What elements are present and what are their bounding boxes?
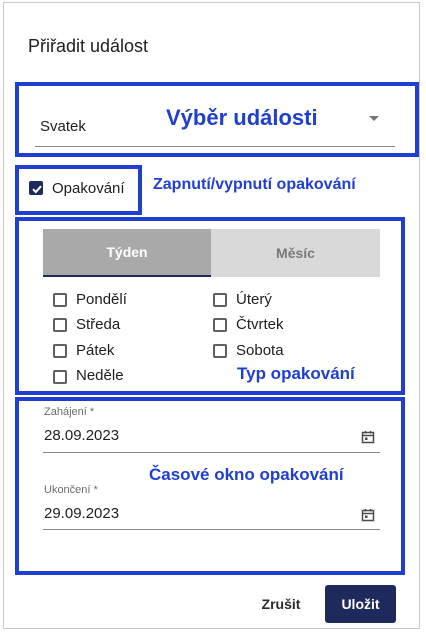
arrow-drop-down-icon[interactable] <box>369 116 379 121</box>
tab-week[interactable]: Týden <box>43 229 211 277</box>
start-date-underline <box>43 452 380 453</box>
repeat-checkbox[interactable] <box>29 181 43 195</box>
day-checkbox-saturday[interactable] <box>213 344 227 358</box>
day-checkbox-sunday[interactable] <box>53 370 67 384</box>
calendar-icon[interactable] <box>361 430 375 444</box>
start-date-input[interactable]: 28.09.2023 <box>44 427 119 444</box>
save-button[interactable]: Uložit <box>325 585 396 623</box>
day-label-thursday: Čtvrtek <box>236 316 284 333</box>
time-window-annotation: Časové okno opakování <box>149 465 344 484</box>
event-select-underline <box>35 146 395 147</box>
day-label-sunday: Neděle <box>76 367 124 384</box>
check-icon <box>32 185 42 194</box>
day-checkbox-monday[interactable] <box>53 293 67 307</box>
event-select-annotation: Výběr události <box>166 105 318 130</box>
end-date-input[interactable]: 29.09.2023 <box>44 505 119 522</box>
day-checkbox-tuesday[interactable] <box>213 293 227 307</box>
end-date-label: Ukončení * <box>44 484 98 496</box>
repeat-type-annotation: Typ opakování <box>237 364 355 383</box>
day-checkbox-thursday[interactable] <box>213 318 227 332</box>
repeat-toggle-annotation: Zapnutí/vypnutí opakování <box>153 176 356 193</box>
day-label-monday: Pondělí <box>76 291 127 308</box>
tab-month[interactable]: Měsíc <box>211 229 380 277</box>
repeat-checkbox-label: Opakování <box>52 180 125 197</box>
day-label-saturday: Sobota <box>236 342 284 359</box>
day-label-friday: Pátek <box>76 342 115 359</box>
end-date-underline <box>43 529 380 530</box>
day-checkbox-friday[interactable] <box>53 344 67 358</box>
cancel-button[interactable]: Zrušit <box>252 589 310 619</box>
dialog-title: Přiřadit událost <box>28 36 149 56</box>
event-select-value[interactable]: Svatek <box>40 118 86 135</box>
start-date-label: Zahájení * <box>44 406 95 418</box>
calendar-icon[interactable] <box>361 508 375 522</box>
day-label-tuesday: Úterý <box>236 291 272 308</box>
day-checkbox-wednesday[interactable] <box>53 318 67 332</box>
day-label-wednesday: Středa <box>76 316 121 333</box>
